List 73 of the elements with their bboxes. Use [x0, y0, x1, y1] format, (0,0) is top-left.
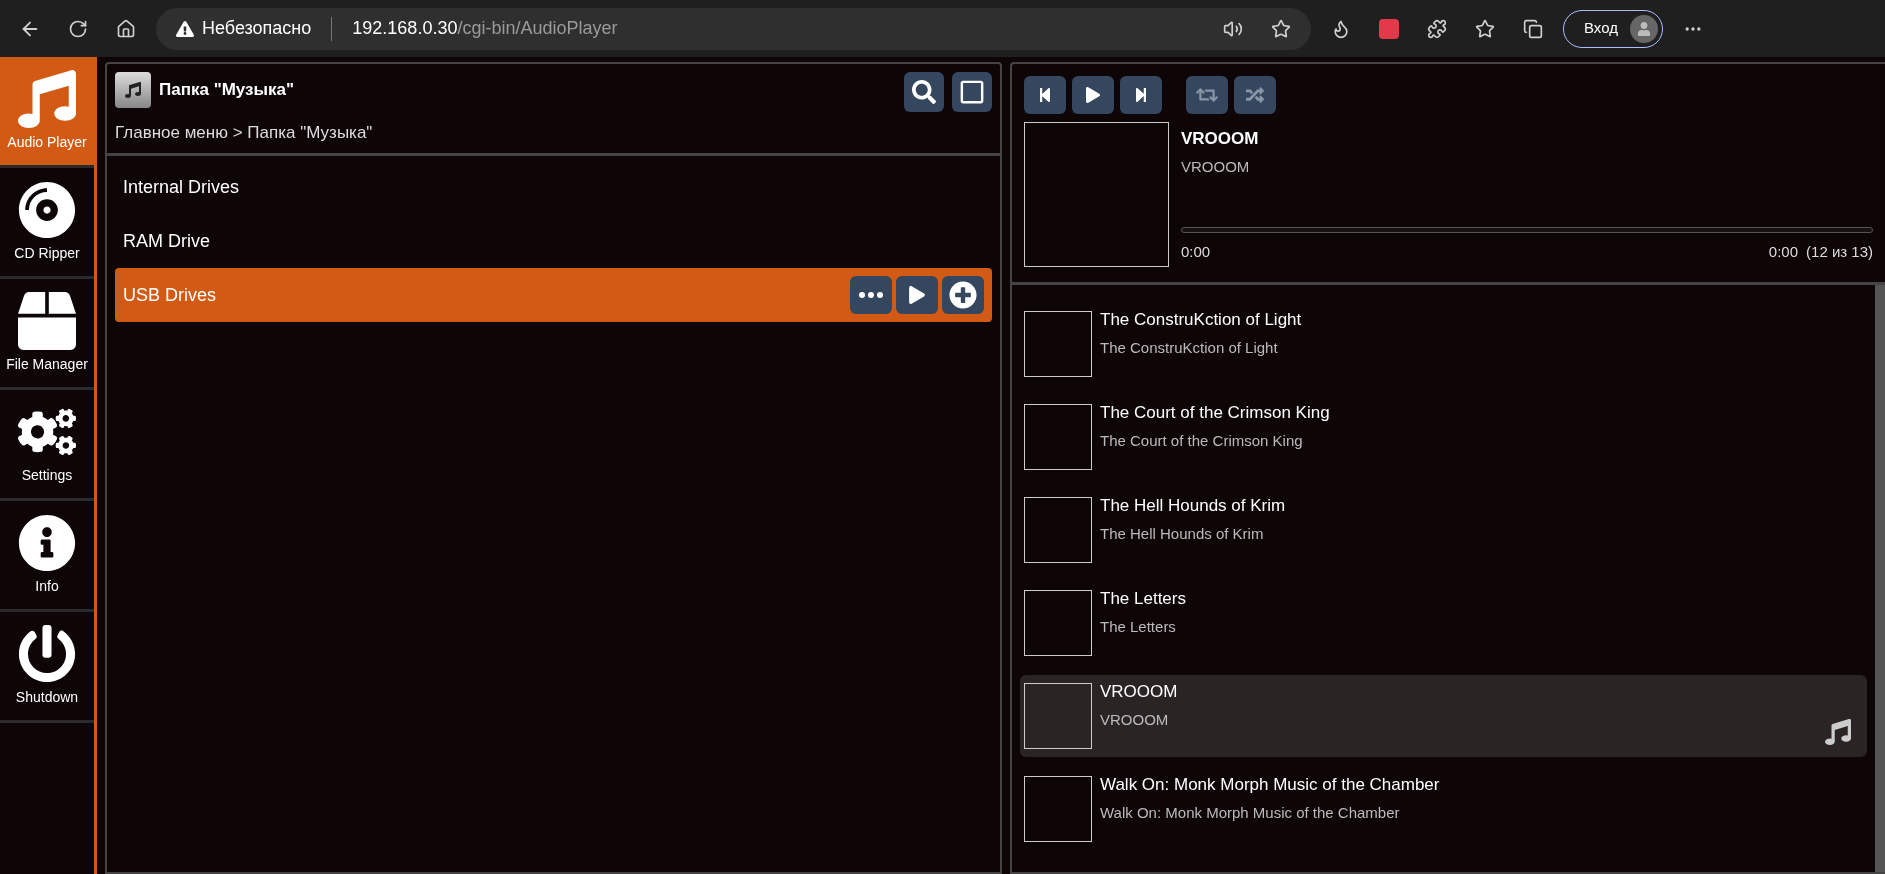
ellipsis-icon — [859, 292, 883, 298]
scrollbar[interactable] — [1875, 285, 1885, 872]
play-icon — [1085, 87, 1101, 103]
previous-button[interactable] — [1024, 76, 1066, 114]
track-title: VROOOM — [1100, 681, 1179, 703]
play-button[interactable] — [896, 276, 938, 314]
power-icon — [18, 624, 76, 683]
track-album: The Hell Hounds of Krim — [1100, 523, 1265, 544]
folder-item[interactable]: RAM Drive — [115, 214, 992, 268]
box-icon — [18, 291, 76, 350]
track-row[interactable]: Walk On: Monk Morph Music of the Chamber Walk On: Monk Morph Music of the Chamber — [1020, 768, 1867, 850]
sidebar-item[interactable]: Settings — [0, 390, 94, 501]
read-aloud-icon[interactable] — [1223, 18, 1243, 39]
info-icon — [18, 513, 76, 572]
play-icon — [908, 286, 926, 304]
address-bar[interactable]: Небезопасно 192.168.0.30/cgi-bin/AudioPlayer — [156, 7, 1311, 50]
add-button[interactable] — [942, 276, 984, 314]
avatar-icon — [1629, 14, 1658, 43]
skip-forward-icon — [1133, 87, 1149, 103]
shuffle-icon — [1246, 86, 1264, 104]
now-playing-title: VROOOM — [1181, 128, 1260, 150]
now-playing-album: VROOOM — [1181, 156, 1251, 177]
url-text: 192.168.0.30/cgi-bin/AudioPlayer — [352, 17, 618, 40]
track-title: Walk On: Monk Morph Music of the Chamber — [1100, 774, 1441, 796]
track-row[interactable]: The Hell Hounds of Krim The Hell Hounds of Krim — [1020, 489, 1867, 571]
elapsed-time: 0:00 — [1181, 241, 1211, 262]
track-row[interactable]: The ConstruKction of Light The ConstruKction of Light — [1020, 303, 1867, 385]
search-icon — [912, 80, 936, 104]
track-art-placeholder — [1024, 497, 1092, 563]
breadcrumb: Главное меню > Папка "Музыка" — [115, 122, 374, 144]
folder-title: Папка "Музыка" — [159, 79, 295, 102]
track-album: The Letters — [1100, 616, 1177, 637]
track-row[interactable]: VROOOM VROOOM — [1020, 675, 1867, 757]
star-icon[interactable] — [1271, 18, 1291, 39]
track-row[interactable]: The Court of the Crimson King The Court of the Crimson King — [1020, 396, 1867, 478]
track-album: VROOOM — [1100, 709, 1170, 730]
track-art-placeholder — [1024, 311, 1092, 377]
track-title: The Hell Hounds of Krim — [1100, 495, 1287, 517]
play-button[interactable] — [1072, 76, 1114, 114]
track-position: (12 из 13) — [1806, 241, 1873, 262]
sidebar-item[interactable]: Audio Player — [0, 57, 94, 168]
shuffle-button[interactable] — [1234, 76, 1276, 114]
track-art-placeholder — [1024, 404, 1092, 470]
track-art-placeholder — [1024, 683, 1092, 749]
track-title: The ConstruKction of Light — [1100, 309, 1303, 331]
remaining-time: 0:00 — [1768, 241, 1799, 262]
track-album: The Court of the Crimson King — [1100, 430, 1304, 451]
sidebar-item[interactable]: CD Ripper — [0, 168, 94, 279]
track-title: The Court of the Crimson King — [1100, 402, 1331, 424]
search-button[interactable] — [904, 72, 944, 112]
skip-back-icon — [1037, 87, 1053, 103]
progress-track[interactable] — [1181, 226, 1873, 233]
sidebar-item[interactable]: Info — [0, 501, 94, 612]
track-art-placeholder — [1024, 776, 1092, 842]
folder-item[interactable]: Internal Drives — [115, 160, 992, 214]
next-button[interactable] — [1120, 76, 1162, 114]
select-button[interactable] — [952, 72, 992, 112]
plus-icon — [949, 281, 977, 309]
track-album: The ConstruKction of Light — [1100, 337, 1279, 358]
folder-item[interactable]: USB Drives — [115, 268, 992, 322]
music-note-icon — [1825, 719, 1851, 745]
sidebar-item[interactable]: File Manager — [0, 279, 94, 390]
track-row[interactable]: The Letters The Letters — [1020, 582, 1867, 664]
folder-music-icon — [115, 72, 151, 108]
more-options-button[interactable] — [850, 276, 892, 314]
track-title: The Letters — [1100, 588, 1187, 610]
track-art-placeholder — [1024, 590, 1092, 656]
repeat-button[interactable] — [1186, 76, 1228, 114]
track-album: Walk On: Monk Morph Music of the Chamber — [1100, 802, 1401, 823]
music-note-icon — [18, 69, 76, 128]
warning-icon — [176, 19, 194, 38]
sidebar-item[interactable]: Shutdown — [0, 612, 94, 723]
security-label: Небезопасно — [202, 17, 312, 40]
